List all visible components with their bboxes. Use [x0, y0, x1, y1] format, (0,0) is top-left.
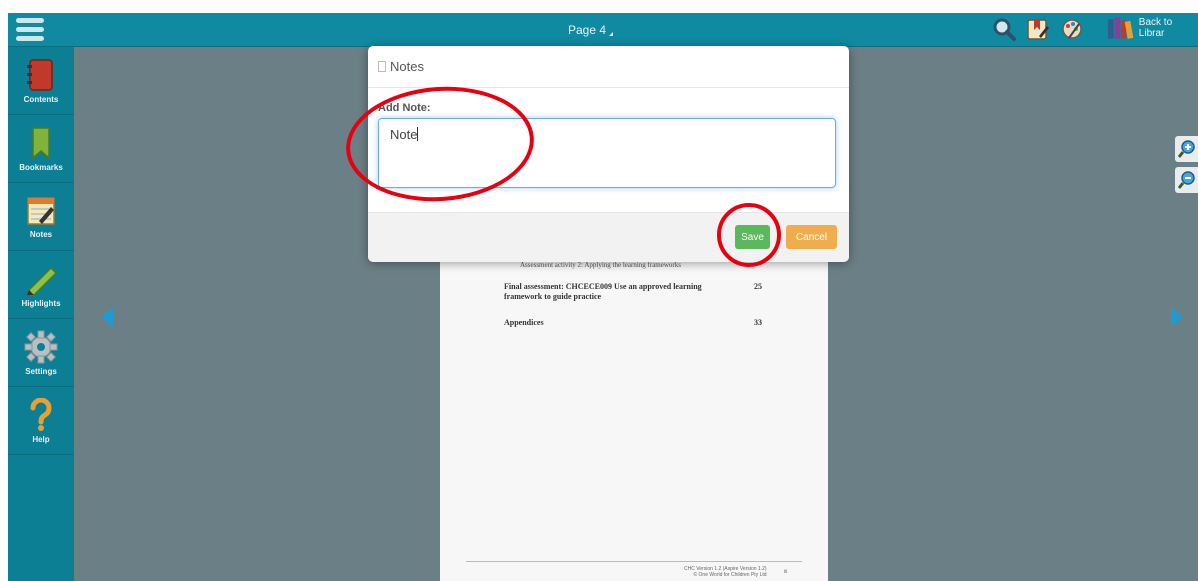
sidebar-item-label: Settings: [25, 366, 57, 376]
sidebar-item-contents[interactable]: Contents: [8, 47, 74, 115]
palette-icon[interactable]: [1058, 15, 1086, 43]
sidebar-item-label: Contents: [23, 94, 59, 104]
dialog-header: Notes: [368, 46, 849, 88]
search-icon[interactable]: [990, 15, 1018, 43]
bookmark-icon: [32, 126, 50, 160]
back-to-library-label: Back to Librar: [1138, 17, 1173, 39]
top-toolbar: Page 4 Back to Librar: [8, 13, 1198, 47]
note-icon: [378, 61, 386, 72]
toc-row-partial: Assessment activity 2: Applying the lear…: [520, 261, 681, 269]
bookmark-note-icon[interactable]: [1024, 15, 1052, 43]
sidebar-item-bookmarks[interactable]: Bookmarks: [8, 115, 74, 183]
menu-icon[interactable]: [12, 15, 48, 44]
previous-page-arrow-icon[interactable]: [101, 307, 113, 327]
page-indicator: Page 4: [568, 23, 614, 37]
question-mark-icon: [30, 397, 52, 431]
zoom-out-icon[interactable]: [1175, 167, 1198, 193]
toolbar-icons: [990, 15, 1086, 43]
sidebar-item-help[interactable]: Help: [8, 387, 74, 455]
sidebar-item-label: Highlights: [21, 298, 61, 308]
dialog-title: Notes: [378, 59, 424, 74]
document-page: Assessment activity 2: Applying the lear…: [440, 258, 828, 581]
sidebar: Contents Bookmarks Notes Highlights Sett…: [8, 47, 74, 581]
page-dropdown-icon[interactable]: [609, 32, 614, 36]
notebook-icon: [27, 58, 53, 91]
annotation-circle-save: [717, 203, 781, 267]
toc-row-page: 33: [754, 318, 762, 327]
notepad-pencil-icon: [27, 196, 55, 225]
footer-divider: [466, 561, 802, 562]
gear-icon: [24, 330, 58, 363]
toc-row-title-continued: framework to guide practice: [504, 292, 602, 301]
document-footer: CHC Version 1.2 (Aspire Version 1.2) © O…: [684, 566, 767, 578]
footer-page-number: iii: [784, 569, 788, 575]
back-to-library-button[interactable]: Back to Librar: [1106, 15, 1198, 41]
sidebar-item-label: Help: [32, 434, 50, 444]
sidebar-item-label: Bookmarks: [19, 162, 63, 172]
zoom-in-icon[interactable]: [1175, 136, 1198, 162]
sidebar-item-settings[interactable]: Settings: [8, 319, 74, 387]
cancel-button[interactable]: Cancel: [786, 225, 837, 249]
toc-row-page: 25: [754, 282, 762, 291]
sidebar-item-notes[interactable]: Notes: [8, 183, 74, 251]
highlighter-icon: [27, 266, 58, 296]
next-page-arrow-icon[interactable]: [1171, 307, 1183, 327]
books-icon: [1107, 17, 1134, 39]
dialog-title-text: Notes: [390, 59, 424, 74]
footer-line-2: © One World for Children Pty Ltd: [693, 572, 767, 578]
sidebar-item-label: Notes: [29, 229, 53, 239]
sidebar-item-highlights[interactable]: Highlights: [8, 251, 74, 319]
toc-row-title: Final assessment: CHCECE009 Use an appro…: [504, 282, 702, 291]
toc-row-title: Appendices: [504, 318, 544, 327]
